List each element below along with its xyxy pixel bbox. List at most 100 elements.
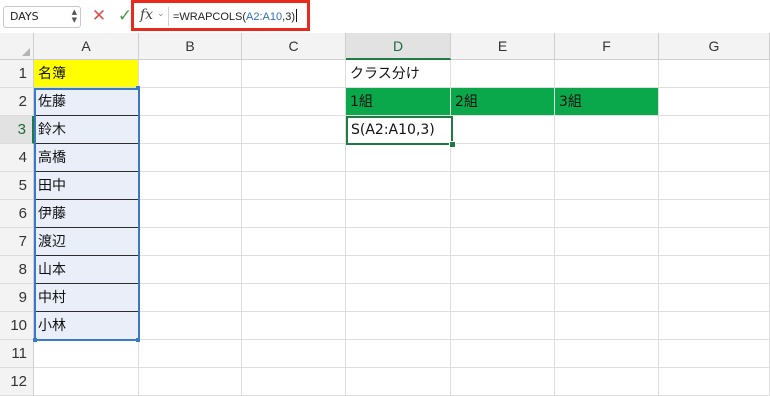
grid-cell[interactable] [451, 116, 555, 144]
cell-a3[interactable]: 鈴木 [34, 116, 139, 144]
grid-cell[interactable] [242, 88, 346, 116]
row-header-10[interactable]: 10 [0, 312, 34, 340]
row-header-1[interactable]: 1 [0, 60, 34, 88]
range-handle-bottom-left[interactable] [33, 338, 37, 342]
grid-cell[interactable] [139, 340, 242, 368]
grid-cell[interactable] [659, 340, 770, 368]
grid-cell[interactable] [659, 200, 770, 228]
column-header-f[interactable]: F [555, 33, 659, 60]
grid-cell[interactable] [555, 340, 659, 368]
cell-a10[interactable]: 小林 [34, 312, 139, 340]
column-header-e[interactable]: E [451, 33, 555, 60]
select-all-corner[interactable] [0, 33, 34, 60]
column-header-g[interactable]: G [659, 33, 770, 60]
grid-cell[interactable] [346, 284, 451, 312]
row-header-3[interactable]: 3 [0, 116, 34, 144]
grid-cell[interactable] [659, 172, 770, 200]
grid-cell[interactable] [242, 60, 346, 88]
grid-cell[interactable] [659, 88, 770, 116]
grid-cell[interactable] [346, 312, 451, 340]
grid-cell[interactable] [555, 312, 659, 340]
grid-cell[interactable] [555, 228, 659, 256]
grid-cell[interactable] [555, 172, 659, 200]
cell-a1[interactable]: 名簿 [34, 60, 139, 88]
cell-e2[interactable]: 2組 [451, 88, 555, 116]
grid-cell[interactable] [659, 284, 770, 312]
cell-a4[interactable]: 高橋 [34, 144, 139, 172]
grid-cell[interactable] [555, 284, 659, 312]
row-header-11[interactable]: 11 [0, 340, 34, 368]
grid-cell[interactable] [242, 284, 346, 312]
grid-cell[interactable] [242, 228, 346, 256]
cancel-icon[interactable]: ✕ [90, 6, 108, 26]
grid-cell[interactable] [139, 60, 242, 88]
grid-cell[interactable] [555, 256, 659, 284]
cell-a9[interactable]: 中村 [34, 284, 139, 312]
grid-cell[interactable] [34, 340, 139, 368]
grid-cell[interactable] [242, 256, 346, 284]
cell-a7[interactable]: 渡辺 [34, 228, 139, 256]
row-header-4[interactable]: 4 [0, 144, 34, 172]
grid-cell[interactable] [555, 116, 659, 144]
grid-cell[interactable] [451, 60, 555, 88]
cell-a2[interactable]: 佐藤 [34, 88, 139, 116]
cell-d1[interactable]: クラス分け [346, 60, 451, 88]
grid-cell[interactable] [659, 144, 770, 172]
grid-cell[interactable] [659, 60, 770, 88]
fill-handle[interactable] [449, 141, 456, 148]
range-handle-top-right[interactable] [136, 86, 140, 90]
grid-cell[interactable] [346, 340, 451, 368]
grid-cell[interactable] [346, 172, 451, 200]
grid-cell[interactable] [555, 200, 659, 228]
row-header-6[interactable]: 6 [0, 200, 34, 228]
cell-f2[interactable]: 3組 [555, 88, 659, 116]
grid-cell[interactable] [139, 256, 242, 284]
name-box[interactable]: DAYS ▲ ▼ [3, 6, 81, 28]
cell-a5[interactable]: 田中 [34, 172, 139, 200]
grid-cell[interactable] [451, 256, 555, 284]
grid-cell[interactable] [139, 312, 242, 340]
range-handle-bottom-right[interactable] [136, 338, 140, 342]
grid-cell[interactable] [451, 200, 555, 228]
grid-cell[interactable] [659, 116, 770, 144]
grid-cell[interactable] [139, 116, 242, 144]
grid-cell[interactable] [451, 228, 555, 256]
grid-cell[interactable] [659, 228, 770, 256]
grid-cell[interactable] [451, 284, 555, 312]
active-cell-d3[interactable]: S(A2:A10,3) [346, 116, 453, 145]
grid-cell[interactable] [242, 116, 346, 144]
column-header-b[interactable]: B [139, 33, 242, 60]
name-box-stepper-icon[interactable]: ▲ ▼ [72, 8, 77, 24]
row-header-2[interactable]: 2 [0, 88, 34, 116]
column-header-d[interactable]: D [346, 33, 451, 60]
grid-cell[interactable] [242, 172, 346, 200]
grid-cell[interactable] [346, 256, 451, 284]
grid-cell[interactable] [659, 256, 770, 284]
grid-cell[interactable] [139, 228, 242, 256]
row-header-9[interactable]: 9 [0, 284, 34, 312]
column-header-a[interactable]: A [34, 33, 139, 60]
grid-cell[interactable] [139, 144, 242, 172]
row-header-7[interactable]: 7 [0, 228, 34, 256]
grid-cell[interactable] [139, 200, 242, 228]
grid-cell[interactable] [242, 200, 346, 228]
grid-cell[interactable] [555, 60, 659, 88]
row-header-5[interactable]: 5 [0, 172, 34, 200]
grid-cell[interactable] [451, 312, 555, 340]
grid-cell[interactable] [242, 340, 346, 368]
column-header-c[interactable]: C [242, 33, 346, 60]
grid-cell[interactable] [555, 144, 659, 172]
grid-cell[interactable] [659, 312, 770, 340]
grid-cell[interactable] [139, 88, 242, 116]
grid-cell[interactable] [242, 144, 346, 172]
row-header-8[interactable]: 8 [0, 256, 34, 284]
cell-d2[interactable]: 1組 [346, 88, 451, 116]
grid-cell[interactable] [451, 340, 555, 368]
grid-cell[interactable] [139, 172, 242, 200]
grid-cell[interactable] [346, 144, 451, 172]
grid-cell[interactable] [451, 172, 555, 200]
cell-a6[interactable]: 伊藤 [34, 200, 139, 228]
grid-cell[interactable] [346, 200, 451, 228]
grid-cell[interactable] [451, 144, 555, 172]
cell-a8[interactable]: 山本 [34, 256, 139, 284]
